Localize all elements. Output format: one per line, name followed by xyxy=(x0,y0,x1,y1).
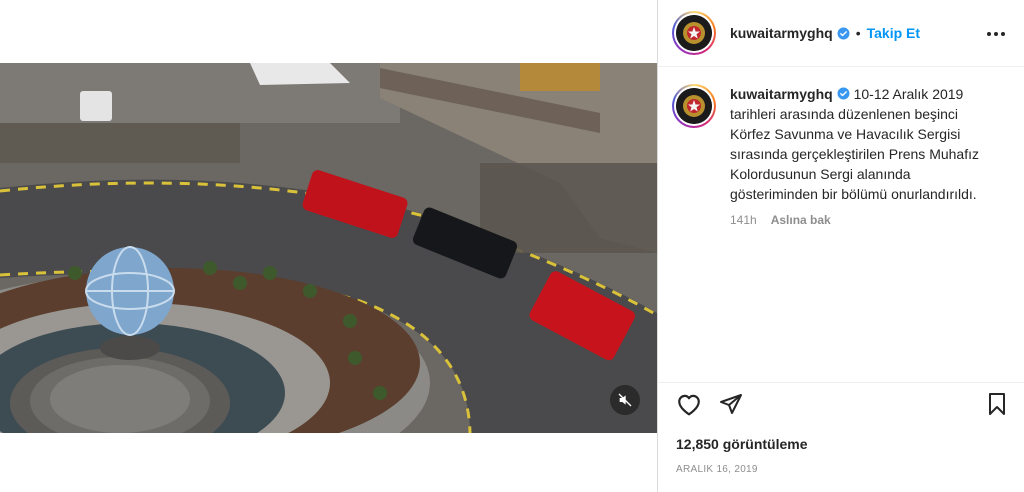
caption-paragraph: kuwaitarmyghq 10-12 Aralık 2019 tarihler… xyxy=(730,84,1000,204)
speaker-muted-icon xyxy=(618,393,632,407)
video-frame xyxy=(0,63,657,433)
caption-meta: 141h Aslına bak xyxy=(730,210,1000,230)
army-emblem-icon xyxy=(676,88,712,124)
author-username[interactable]: kuwaitarmyghq xyxy=(730,25,833,41)
like-button[interactable] xyxy=(674,389,704,419)
view-count[interactable]: 12,850 görüntüleme xyxy=(676,436,808,452)
caption-text: 10-12 Aralık 2019 tarihleri arasında düz… xyxy=(730,86,979,202)
post-details-panel: kuwaitarmyghq • Takip Et kuwaitarmyghq 1… xyxy=(658,0,1024,492)
caption-body: kuwaitarmyghq 10-12 Aralık 2019 tarihler… xyxy=(730,84,1000,230)
paper-plane-icon xyxy=(720,394,742,414)
heart-icon xyxy=(678,394,700,416)
post-actions xyxy=(674,389,1014,419)
verified-badge-icon xyxy=(837,27,850,40)
caption-avatar[interactable] xyxy=(672,84,716,128)
media-area xyxy=(0,0,657,492)
mute-button[interactable] xyxy=(610,385,640,415)
share-button[interactable] xyxy=(716,389,746,419)
follow-button[interactable]: Takip Et xyxy=(867,25,920,41)
army-emblem-icon xyxy=(676,15,712,51)
post-video[interactable] xyxy=(0,63,657,433)
more-options-icon[interactable] xyxy=(986,24,1006,44)
caption-username[interactable]: kuwaitarmyghq xyxy=(730,86,833,102)
separator-dot: • xyxy=(855,25,861,41)
post-date: ARALIK 16, 2019 xyxy=(676,464,758,475)
post-caption: kuwaitarmyghq 10-12 Aralık 2019 tarihler… xyxy=(672,84,1012,230)
avatar[interactable] xyxy=(672,11,716,55)
verified-badge-icon xyxy=(837,87,850,100)
see-translation-link[interactable]: Aslına bak xyxy=(771,210,831,230)
save-button[interactable] xyxy=(982,389,1012,419)
bookmark-icon xyxy=(989,393,1005,415)
post-header: kuwaitarmyghq • Takip Et xyxy=(658,0,1024,67)
actions-divider xyxy=(658,382,1024,383)
post-time-ago: 141h xyxy=(730,213,757,227)
